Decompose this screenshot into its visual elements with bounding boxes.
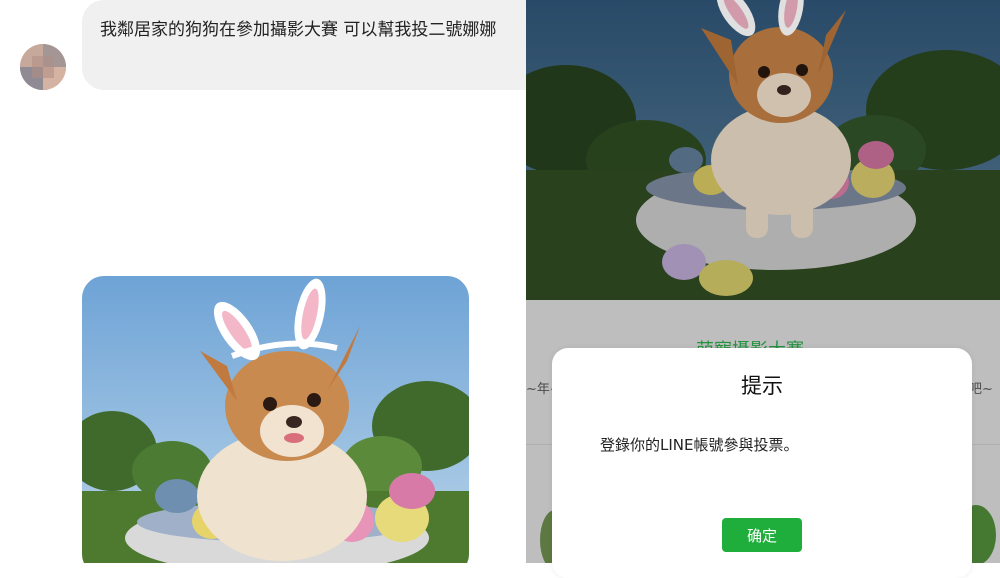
confirm-button[interactable]: 确定 [722, 518, 802, 552]
chat-panel: 我鄰居家的狗狗在參加攝影大賽 可以幫我投二號娜娜 [0, 0, 526, 563]
dog-photo[interactable] [82, 276, 469, 563]
avatar[interactable] [20, 44, 66, 90]
message-text: 我鄰居家的狗狗在參加攝影大賽 可以幫我投二號娜娜 [100, 20, 497, 40]
login-dialog: 提示 登錄你的LINE帳號參與投票。 确定 [552, 348, 972, 578]
dog-photo-image [82, 276, 469, 563]
dialog-message: 登錄你的LINE帳號參與投票。 [600, 436, 799, 454]
dialog-title: 提示 [741, 374, 783, 398]
